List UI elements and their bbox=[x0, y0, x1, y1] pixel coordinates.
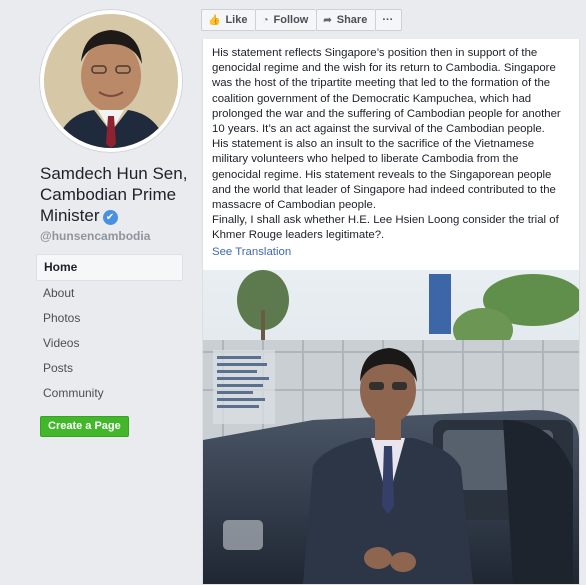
nav-item-photos[interactable]: Photos bbox=[36, 306, 183, 331]
post-photo-image bbox=[203, 270, 579, 584]
like-label: Like bbox=[225, 14, 248, 26]
nav-item-about[interactable]: About bbox=[36, 281, 183, 306]
profile-picture[interactable] bbox=[40, 10, 182, 152]
nav-item-community[interactable]: Community bbox=[36, 381, 183, 406]
create-page-button[interactable]: Create a Page bbox=[40, 416, 129, 437]
nav-item-posts[interactable]: Posts bbox=[36, 356, 183, 381]
nav-item-home[interactable]: Home bbox=[36, 254, 183, 281]
rss-icon: ◔ bbox=[262, 14, 269, 26]
post-card: His statement reflects Singapore’s posit… bbox=[202, 39, 580, 585]
share-label: Share bbox=[336, 14, 368, 26]
follow-button[interactable]: ◔ Follow bbox=[255, 9, 317, 31]
page-nav: Home About Photos Videos Posts Community bbox=[36, 254, 183, 406]
avatar-portrait-image bbox=[44, 14, 178, 148]
share-arrow-icon: ➦ bbox=[323, 14, 332, 26]
page-handle[interactable]: @hunsencambodia bbox=[40, 229, 150, 243]
follow-label: Follow bbox=[273, 14, 309, 26]
more-options-button[interactable]: ··· bbox=[375, 9, 403, 31]
page-title: Samdech Hun Sen, Cambodian Prime Ministe… bbox=[40, 163, 190, 226]
thumbs-up-icon: 👍 bbox=[208, 14, 221, 26]
avatar bbox=[44, 14, 178, 148]
left-column: Samdech Hun Sen, Cambodian Prime Ministe… bbox=[0, 0, 192, 581]
more-icon: ··· bbox=[382, 14, 394, 26]
nav-item-videos[interactable]: Videos bbox=[36, 331, 183, 356]
share-button[interactable]: ➦ Share bbox=[316, 9, 376, 31]
see-translation-link[interactable]: See Translation bbox=[212, 246, 291, 258]
post-text: His statement reflects Singapore’s posit… bbox=[212, 47, 561, 242]
page-action-bar: 👍 Like ◔ Follow ➦ Share ··· bbox=[201, 9, 403, 31]
verified-badge-icon: ✔ bbox=[102, 210, 118, 225]
like-button[interactable]: 👍 Like bbox=[201, 9, 256, 31]
post-photo[interactable] bbox=[203, 270, 579, 584]
